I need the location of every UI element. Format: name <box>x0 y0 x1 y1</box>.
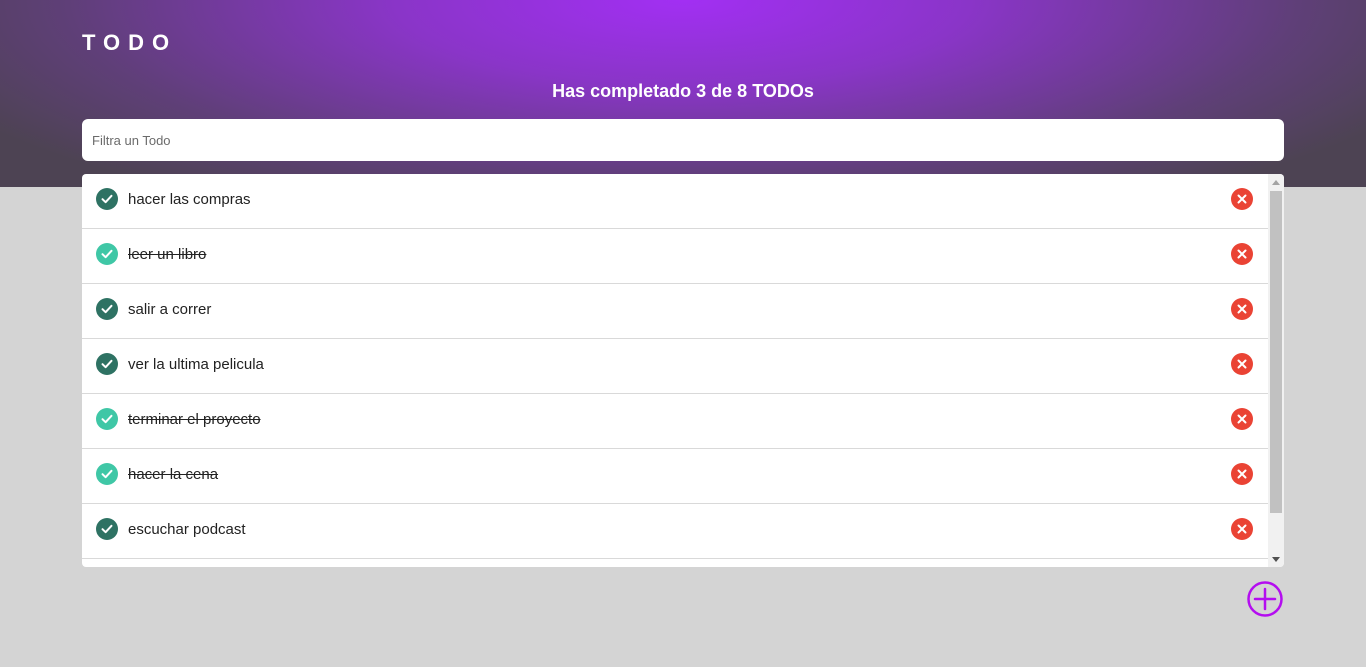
todo-counter: Has completado 3 de 8 TODOs <box>552 81 814 101</box>
delete-todo-button[interactable] <box>1231 463 1253 485</box>
todo-item: leer un libro <box>82 229 1268 284</box>
delete-todo-button[interactable] <box>1231 188 1253 210</box>
close-icon <box>1237 304 1247 314</box>
todo-item: escuchar podcast <box>82 504 1268 559</box>
check-icon <box>101 524 113 534</box>
todo-text: hacer la cena <box>128 466 219 483</box>
delete-todo-button[interactable] <box>1231 518 1253 540</box>
delete-todo-button[interactable] <box>1231 243 1253 265</box>
close-icon <box>1237 524 1247 534</box>
check-icon <box>101 304 113 314</box>
todo-text: escuchar podcast <box>128 521 246 538</box>
close-icon <box>1237 469 1247 479</box>
todo-complete-toggle[interactable] <box>96 243 118 265</box>
delete-todo-button[interactable] <box>1231 298 1253 320</box>
todo-text: terminar el proyecto <box>128 411 261 428</box>
todo-text: salir a correr <box>128 301 212 318</box>
check-icon <box>101 414 113 424</box>
check-icon <box>101 359 113 369</box>
add-todo-button[interactable] <box>1247 581 1283 617</box>
delete-todo-button[interactable] <box>1231 353 1253 375</box>
todo-item: salir a correr <box>82 284 1268 339</box>
todo-complete-toggle[interactable] <box>96 298 118 320</box>
todo-text: leer un libro <box>128 246 207 263</box>
todo-item: ver la ultima pelicula <box>82 339 1268 394</box>
delete-todo-button[interactable] <box>1231 408 1253 430</box>
close-icon <box>1237 249 1247 259</box>
plus-circle-icon <box>1247 581 1283 617</box>
close-icon <box>1237 194 1247 204</box>
todo-complete-toggle[interactable] <box>96 353 118 375</box>
todo-complete-toggle[interactable] <box>96 188 118 210</box>
todo-complete-toggle[interactable] <box>96 408 118 430</box>
todo-complete-toggle[interactable] <box>96 463 118 485</box>
check-icon <box>101 469 113 479</box>
todo-list-panel: hacer las compras leer un libro salir a co… <box>82 174 1284 567</box>
todo-text: ver la ultima pelicula <box>128 356 264 373</box>
todo-list-scrollbar[interactable] <box>1268 174 1284 567</box>
todo-item: hacer las compras <box>82 174 1268 229</box>
close-icon <box>1237 414 1247 424</box>
check-icon <box>101 249 113 259</box>
todo-item: terminar el proyecto <box>82 394 1268 449</box>
todo-item: hacer la cena <box>82 449 1268 504</box>
scroll-down-arrow-icon[interactable] <box>1268 551 1284 567</box>
close-icon <box>1237 359 1247 369</box>
filter-todo-input[interactable] <box>82 119 1284 161</box>
todo-list: hacer las compras leer un libro salir a co… <box>82 174 1268 567</box>
scrollbar-thumb[interactable] <box>1270 191 1282 513</box>
check-icon <box>101 194 113 204</box>
todo-text: hacer las compras <box>128 191 251 208</box>
todo-complete-toggle[interactable] <box>96 518 118 540</box>
app-title: TODO <box>82 30 178 55</box>
scroll-up-arrow-icon[interactable] <box>1268 174 1284 190</box>
